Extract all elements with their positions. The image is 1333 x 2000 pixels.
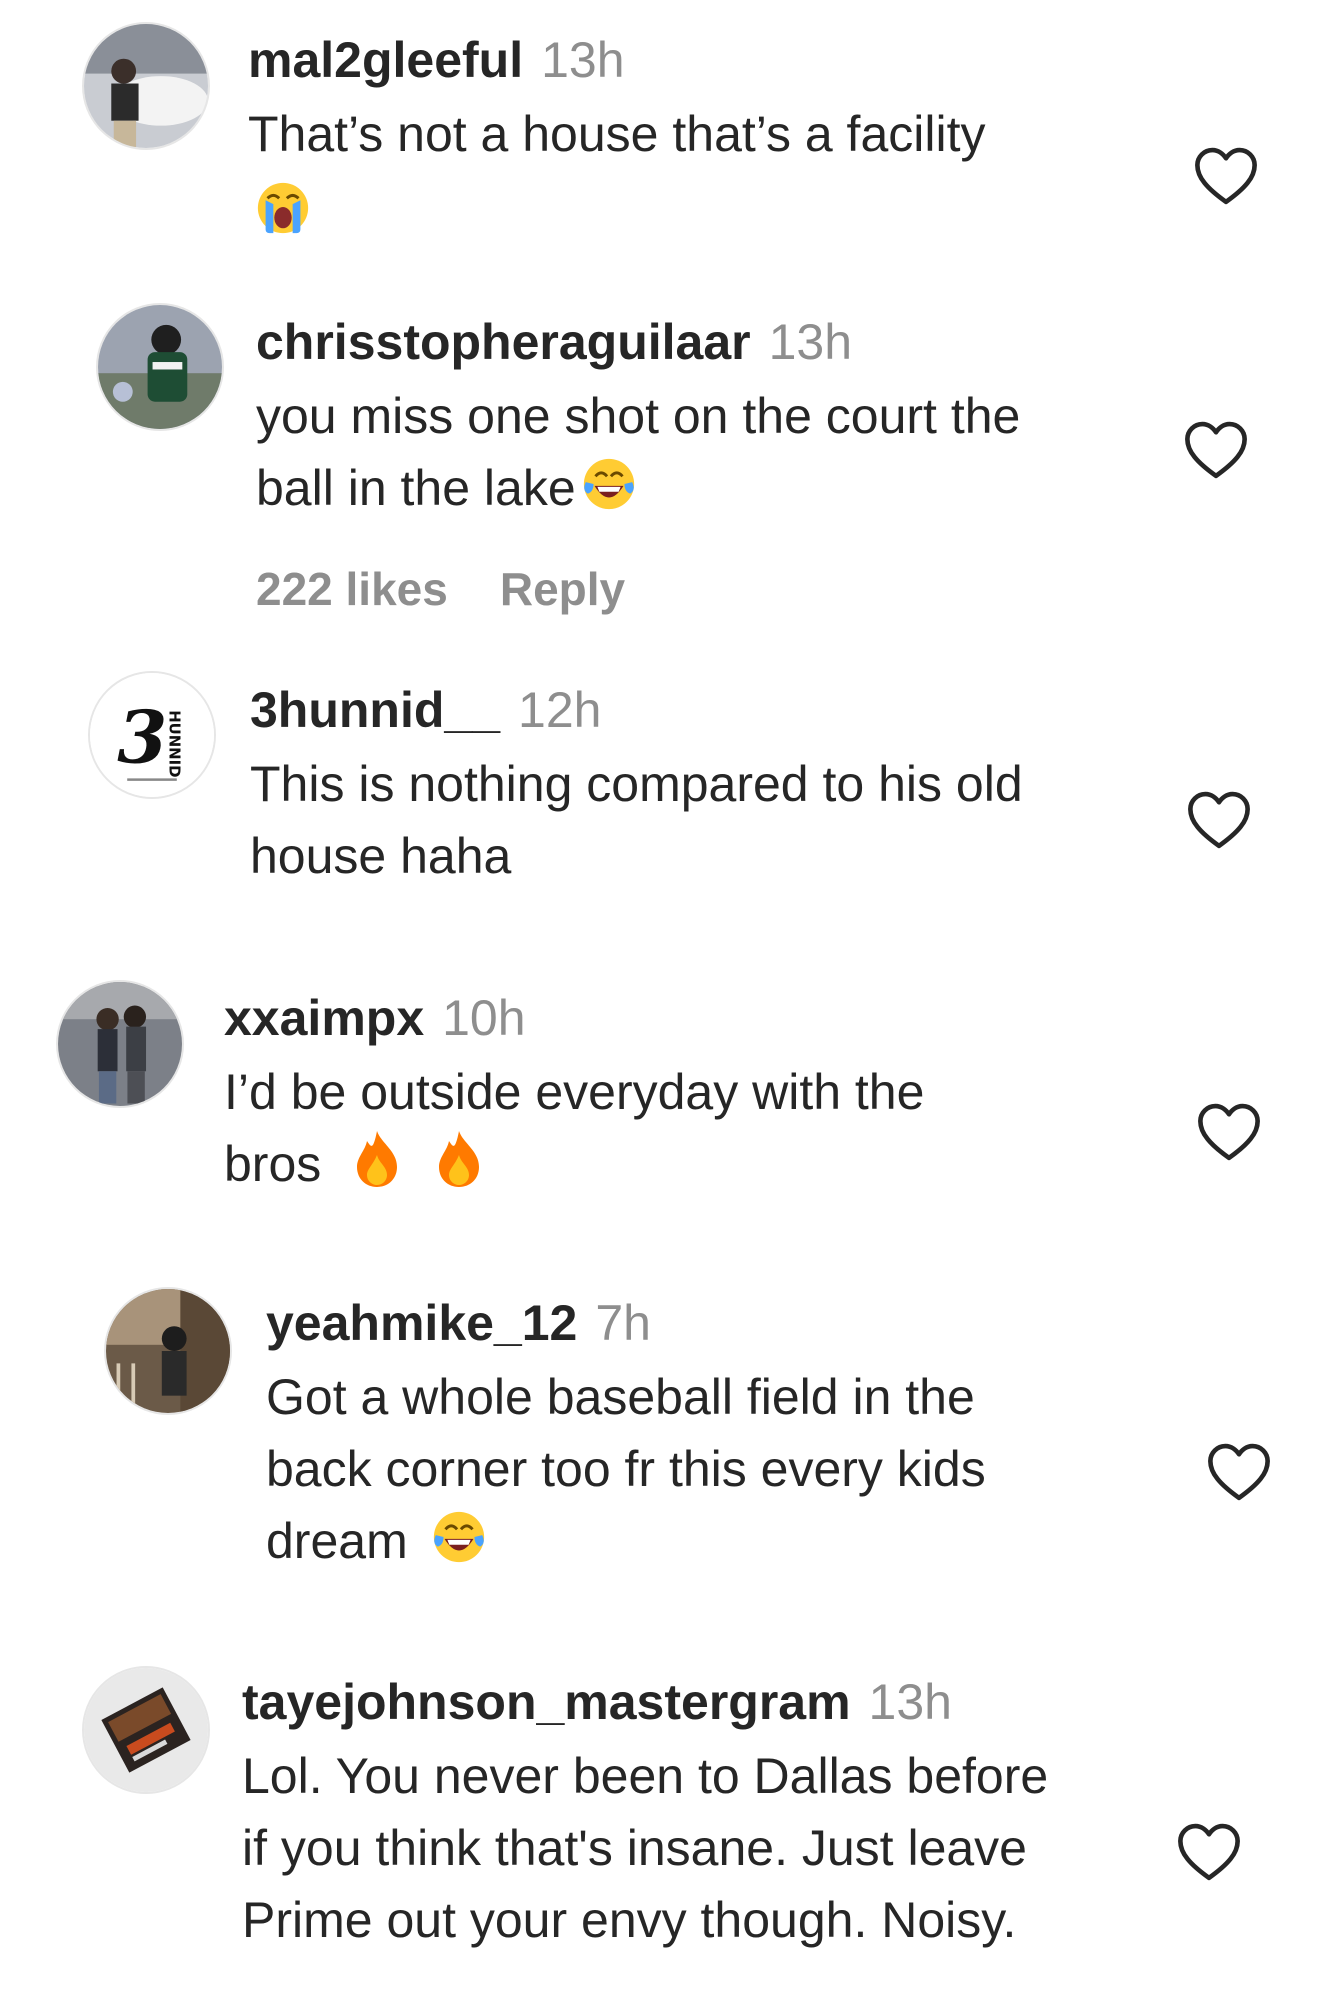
fire-icon [433, 1129, 485, 1189]
comment-line: Got a whole baseball field in the [266, 1369, 975, 1425]
face-with-tears-of-joy-icon [430, 1508, 488, 1566]
timestamp: 13h [868, 1674, 952, 1730]
avatar[interactable] [56, 980, 184, 1108]
comment-body: tayejohnson_mastergram 13h Lol. You never… [242, 1672, 1048, 1956]
comment-line: ball in the lake [256, 460, 576, 516]
likes-count[interactable]: 222 likes [256, 563, 448, 615]
fire-icon [351, 1129, 403, 1189]
comment-text: I’d be outside everyday with the bros [224, 1056, 924, 1200]
comment-line: bros [224, 1136, 322, 1192]
avatar[interactable] [82, 22, 210, 150]
avatar-logo-side: HUNNID [165, 710, 183, 777]
timestamp: 12h [518, 682, 602, 738]
username-link[interactable]: chrisstopheraguilaar [256, 314, 751, 370]
comment-text: Got a whole baseball field in the back c… [266, 1361, 986, 1577]
face-with-tears-of-joy-icon [580, 455, 638, 513]
reply-button[interactable]: Reply [500, 563, 625, 615]
username-link[interactable]: xxaimpx [224, 990, 424, 1046]
comment-header: chrisstopheraguilaar 13h [256, 312, 1020, 372]
comment-line: if you think that's insane. Just leave [242, 1820, 1027, 1876]
avatar-logo-text: 3 [117, 694, 167, 779]
timestamp: 13h [541, 32, 625, 88]
like-heart-icon[interactable] [1176, 1822, 1242, 1882]
comment-text: This is nothing compared to his old hous… [250, 748, 1023, 892]
timestamp: 7h [595, 1295, 651, 1351]
like-heart-icon[interactable] [1206, 1442, 1272, 1502]
avatar-image [84, 1668, 208, 1792]
comment-line: house haha [250, 828, 512, 884]
like-heart-icon[interactable] [1186, 790, 1252, 850]
comment-header: 3hunnid__ 12h [250, 680, 1023, 740]
comment-text: Lol. You never been to Dallas before if … [242, 1740, 1048, 1956]
comment-body: mal2gleeful 13h That’s not a house that’s… [248, 30, 985, 248]
avatar-image [98, 305, 222, 429]
comment-header: tayejohnson_mastergram 13h [242, 1672, 1048, 1732]
username-link[interactable]: 3hunnid__ [250, 682, 500, 738]
avatar-image [106, 1289, 230, 1413]
username-link[interactable]: yeahmike_12 [266, 1295, 577, 1351]
avatar-image [58, 982, 182, 1106]
timestamp: 10h [442, 990, 526, 1046]
timestamp: 13h [768, 314, 853, 370]
comment-header: mal2gleeful 13h [248, 30, 985, 90]
avatar[interactable]: 3 HUNNID [88, 671, 216, 799]
comment-body: yeahmike_12 7h Got a whole baseball field… [266, 1293, 986, 1577]
comment-body: xxaimpx 10h I’d be outside everyday with … [224, 988, 924, 1200]
like-heart-icon[interactable] [1193, 146, 1259, 206]
comment-line: I’d be outside everyday with the [224, 1064, 925, 1120]
comment-line: you miss one shot on the court the [256, 388, 1021, 444]
avatar[interactable] [82, 1666, 210, 1794]
username-link[interactable]: tayejohnson_mastergram [242, 1674, 851, 1730]
avatar-image: 3 HUNNID [90, 673, 214, 797]
avatar-image [84, 24, 208, 148]
comment-text: That’s not a house that’s a facility [248, 98, 985, 248]
comment-header: yeahmike_12 7h [266, 1293, 986, 1353]
username-link[interactable]: mal2gleeful [248, 32, 523, 88]
comment-line: Prime out your envy though. Noisy. [242, 1892, 1017, 1948]
comment-line: This is nothing compared to his old [250, 756, 1023, 812]
comment-line: That’s not a house that’s a facility [248, 106, 986, 162]
loudly-crying-face-icon [254, 179, 312, 237]
comment-line: back corner too fr this every kids [266, 1441, 986, 1497]
comment-line: dream [266, 1513, 408, 1569]
comment-line: Lol. You never been to Dallas before [242, 1748, 1049, 1804]
like-heart-icon[interactable] [1183, 420, 1249, 480]
avatar[interactable] [96, 303, 224, 431]
comment-body: chrisstopheraguilaar 13h you miss one sho… [256, 312, 1020, 616]
comment-body: 3hunnid__ 12h This is nothing compared to… [250, 680, 1023, 892]
comment-text: you miss one shot on the court the ball … [256, 380, 1020, 524]
comment-actions: 222 likes Reply [256, 562, 1020, 616]
avatar[interactable] [104, 1287, 232, 1415]
like-heart-icon[interactable] [1196, 1102, 1262, 1162]
comment-header: xxaimpx 10h [224, 988, 924, 1048]
